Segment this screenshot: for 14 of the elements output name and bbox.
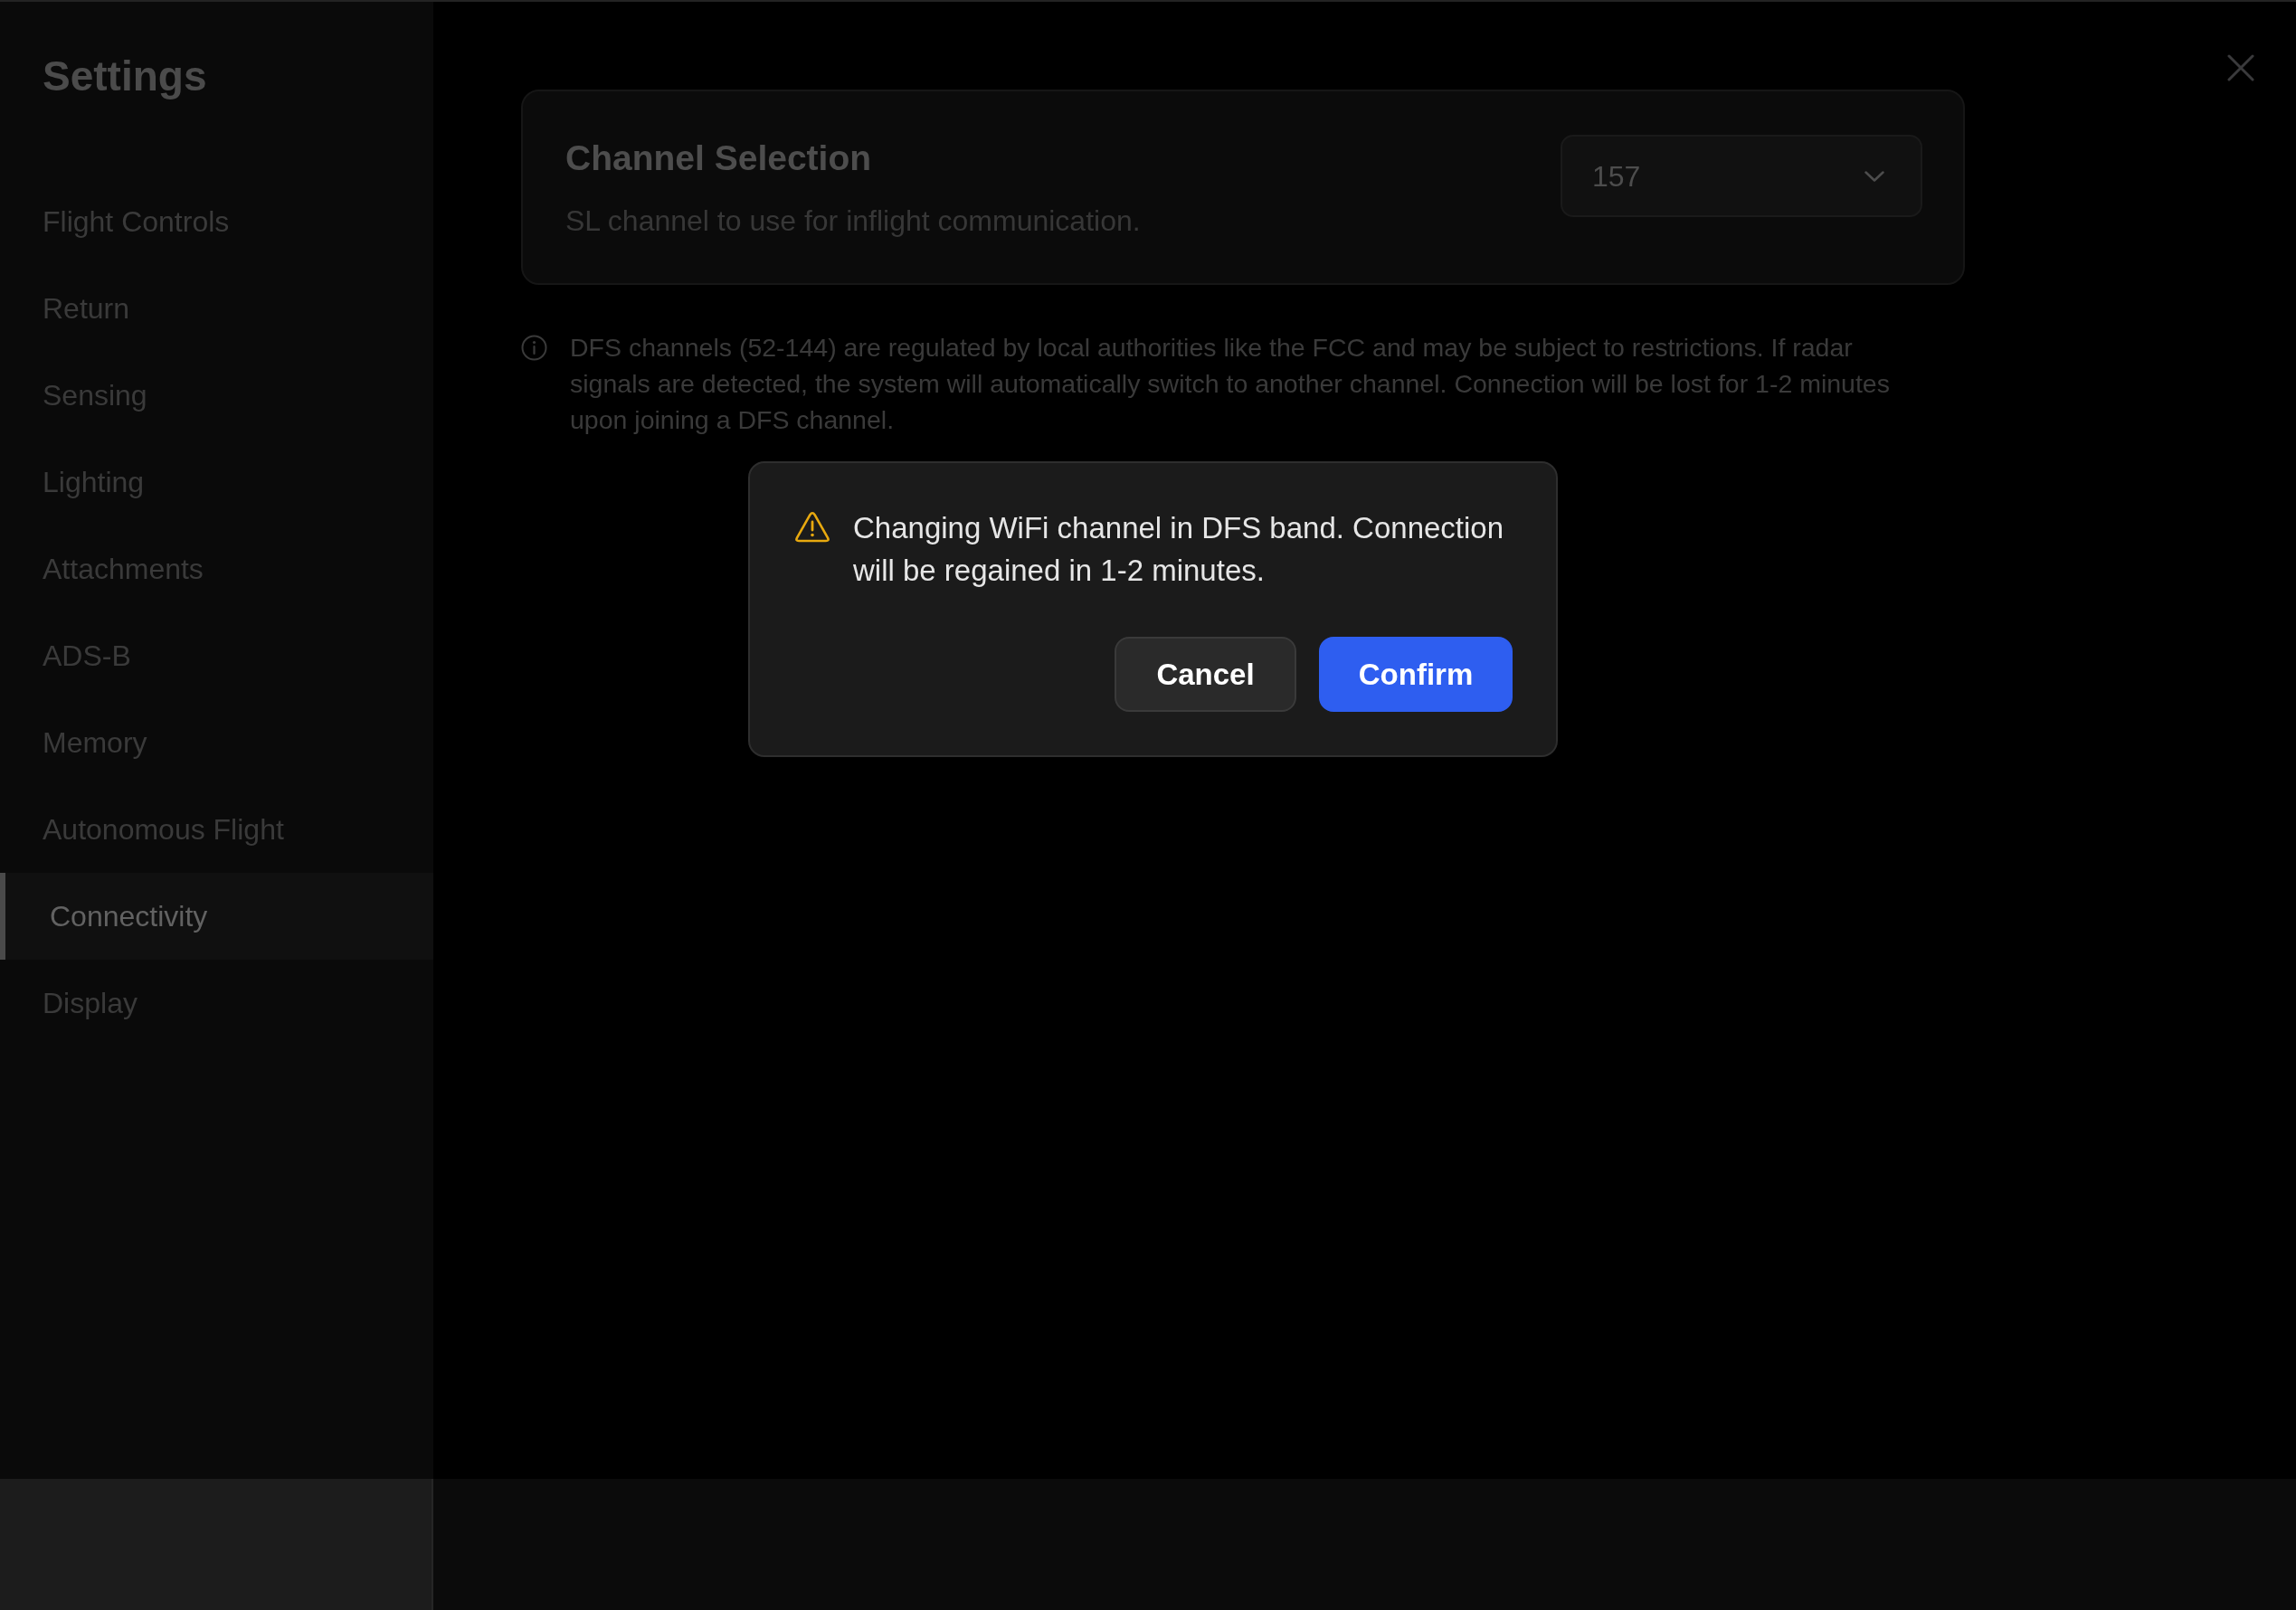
card-title: Channel Selection bbox=[565, 137, 872, 179]
sidebar-title: Settings bbox=[43, 52, 207, 100]
cancel-button[interactable]: Cancel bbox=[1115, 637, 1296, 712]
channel-select[interactable]: 157 bbox=[1561, 135, 1922, 217]
info-icon bbox=[521, 335, 547, 361]
close-button[interactable] bbox=[2227, 54, 2254, 81]
dfs-info-text: DFS channels (52-144) are regulated by local authorities like the FCC and may be subject to restrictions. If radar signals are detected, the system will automatically switch to another channel. Connection will be lost for 1-2 minutes upon joining a DFS channel. bbox=[570, 332, 1891, 436]
warning-icon bbox=[795, 512, 830, 543]
dialog-message: Changing WiFi channel in DFS band. Connection will be regained in 1-2 minutes. bbox=[853, 510, 1504, 589]
sidebar-item[interactable]: Connectivity bbox=[0, 873, 433, 960]
chevron-down-icon bbox=[1864, 170, 1884, 182]
select-value: 157 bbox=[1592, 158, 1641, 194]
confirm-button[interactable]: Confirm bbox=[1319, 637, 1513, 712]
close-icon bbox=[2227, 54, 2254, 81]
